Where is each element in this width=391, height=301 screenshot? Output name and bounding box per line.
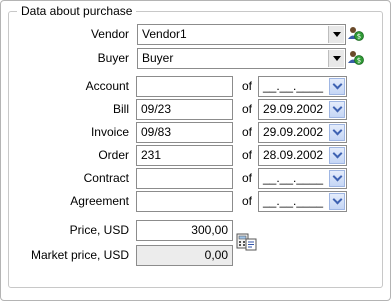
bill-label: Bill: [112, 102, 129, 116]
buyer-select[interactable]: Buyer: [137, 48, 346, 69]
order-number-input[interactable]: 231: [136, 145, 233, 166]
order-of-label: of: [242, 148, 253, 162]
agreement-date-dropdown-button[interactable]: [329, 193, 345, 210]
price-label: Price, USD: [69, 223, 129, 237]
buyer-value: Buyer: [142, 51, 174, 65]
bill-of-label: of: [242, 102, 253, 116]
agreement-date-value: __.__.____: [263, 194, 324, 208]
price-input[interactable]: 300,00: [136, 220, 233, 241]
account-date-value: __.__.____: [263, 79, 324, 93]
buyer-people-money-icon[interactable]: $: [347, 49, 365, 67]
account-label: Account: [85, 79, 129, 93]
order-label: Order: [98, 148, 129, 162]
svg-text:$: $: [357, 57, 361, 65]
account-date-picker[interactable]: __.__.____: [258, 76, 347, 97]
calculator-copy-icon[interactable]: [236, 232, 258, 252]
contract-date-value: __.__.____: [263, 171, 324, 185]
bill-date-value: 29.09.2002: [263, 102, 324, 116]
buyer-label: Buyer: [97, 51, 129, 65]
agreement-of-label: of: [242, 194, 253, 208]
invoice-of-label: of: [242, 125, 253, 139]
order-date-picker[interactable]: 28.09.2002: [258, 145, 347, 166]
invoice-label: Invoice: [90, 125, 129, 139]
bill-date-picker[interactable]: 29.09.2002: [258, 99, 347, 120]
contract-date-dropdown-button[interactable]: [329, 170, 345, 187]
contract-date-picker[interactable]: __.__.____: [258, 168, 347, 189]
vendor-value: Vendor1: [142, 27, 187, 41]
market-price-label: Market price, USD: [30, 248, 129, 262]
contract-number-input[interactable]: [136, 168, 233, 189]
bill-number-input[interactable]: 09/23: [136, 99, 233, 120]
account-number-input[interactable]: [136, 76, 233, 97]
order-date-value: 28.09.2002: [263, 148, 324, 162]
vendor-select[interactable]: Vendor1: [137, 24, 346, 45]
invoice-number-input[interactable]: 09/83: [136, 122, 233, 143]
invoice-date-picker[interactable]: 29.09.2002: [258, 122, 347, 143]
agreement-date-picker[interactable]: __.__.____: [258, 191, 347, 212]
vendor-label: Vendor: [90, 27, 129, 41]
vendor-dropdown-button[interactable]: [328, 26, 344, 43]
svg-text:$: $: [357, 33, 361, 41]
buyer-dropdown-button[interactable]: [328, 50, 344, 67]
order-date-dropdown-button[interactable]: [329, 147, 345, 164]
account-of-label: of: [242, 79, 253, 93]
invoice-date-value: 29.09.2002: [263, 125, 324, 139]
invoice-date-dropdown-button[interactable]: [329, 124, 345, 141]
group-title: Data about purchase: [17, 4, 137, 18]
bill-date-dropdown-button[interactable]: [329, 101, 345, 118]
vendor-people-money-icon[interactable]: $: [347, 25, 365, 43]
contract-of-label: of: [242, 171, 253, 185]
agreement-number-input[interactable]: [136, 191, 233, 212]
market-price-field: 0,00: [136, 245, 233, 266]
agreement-label: Agreement: [70, 194, 129, 208]
contract-label: Contract: [83, 171, 129, 185]
account-date-dropdown-button[interactable]: [329, 78, 345, 95]
